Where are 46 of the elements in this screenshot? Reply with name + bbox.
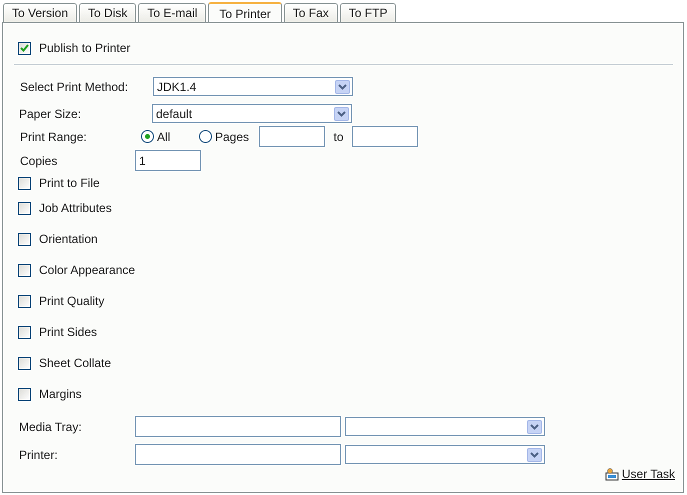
printer-field[interactable]: [135, 444, 341, 465]
checkbox-label: Color Appearance: [39, 262, 136, 279]
field-label: Paper Size:: [19, 106, 82, 122]
checkbox[interactable]: [18, 294, 31, 308]
field-label: Print Range:: [20, 128, 88, 146]
tab[interactable]: To Fax: [284, 3, 338, 22]
tab[interactable]: To Printer: [208, 2, 282, 23]
field-label: Select Print Method:: [20, 78, 130, 96]
checkbox-label: Job Attributes: [39, 200, 112, 217]
checkbox[interactable]: [18, 42, 31, 54]
copies-field[interactable]: 1: [135, 150, 201, 171]
user-task-link[interactable]: User Task: [622, 465, 675, 483]
checkbox-label: Print Sides: [39, 324, 98, 341]
field-label: to: [332, 128, 344, 146]
checkbox[interactable]: [18, 232, 31, 246]
checkbox-label: Print to File: [39, 175, 100, 192]
radio-label: Pages: [215, 128, 250, 146]
checkbox-label: Print Quality: [39, 293, 104, 310]
checkbox[interactable]: [18, 176, 31, 190]
checkbox[interactable]: [18, 356, 31, 370]
tab[interactable]: To E-mail: [138, 3, 206, 22]
checkbox-label: Publish to Printer: [39, 40, 130, 57]
radio-label: All: [157, 128, 170, 146]
tab[interactable]: To FTP: [340, 3, 396, 22]
field-label: Copies: [20, 152, 58, 170]
radio-button[interactable]: [141, 130, 154, 143]
page-to-field[interactable]: [352, 126, 418, 147]
checkbox-label: Orientation: [39, 231, 98, 248]
page-from-field[interactable]: [259, 126, 325, 147]
printer-select[interactable]: [345, 445, 545, 464]
checkbox[interactable]: [18, 388, 31, 400]
checkbox-label: Margins: [39, 386, 82, 403]
user-task-icon: [604, 468, 619, 480]
checkbox[interactable]: [18, 326, 31, 338]
tab[interactable]: To Disk: [79, 3, 136, 22]
media-tray-field[interactable]: [135, 416, 341, 437]
checkbox-label: Sheet Collate: [39, 355, 112, 372]
checkbox[interactable]: [18, 202, 31, 214]
radio-button[interactable]: [199, 130, 212, 143]
tab[interactable]: To Version: [3, 3, 78, 22]
checkbox[interactable]: [18, 264, 31, 276]
field-label: Media Tray:: [19, 418, 83, 436]
field-label: Printer:: [19, 446, 59, 464]
paper-size-select[interactable]: default: [152, 104, 352, 123]
print-method-select[interactable]: JDK1.4: [153, 77, 353, 96]
media-tray-select[interactable]: [345, 417, 545, 436]
